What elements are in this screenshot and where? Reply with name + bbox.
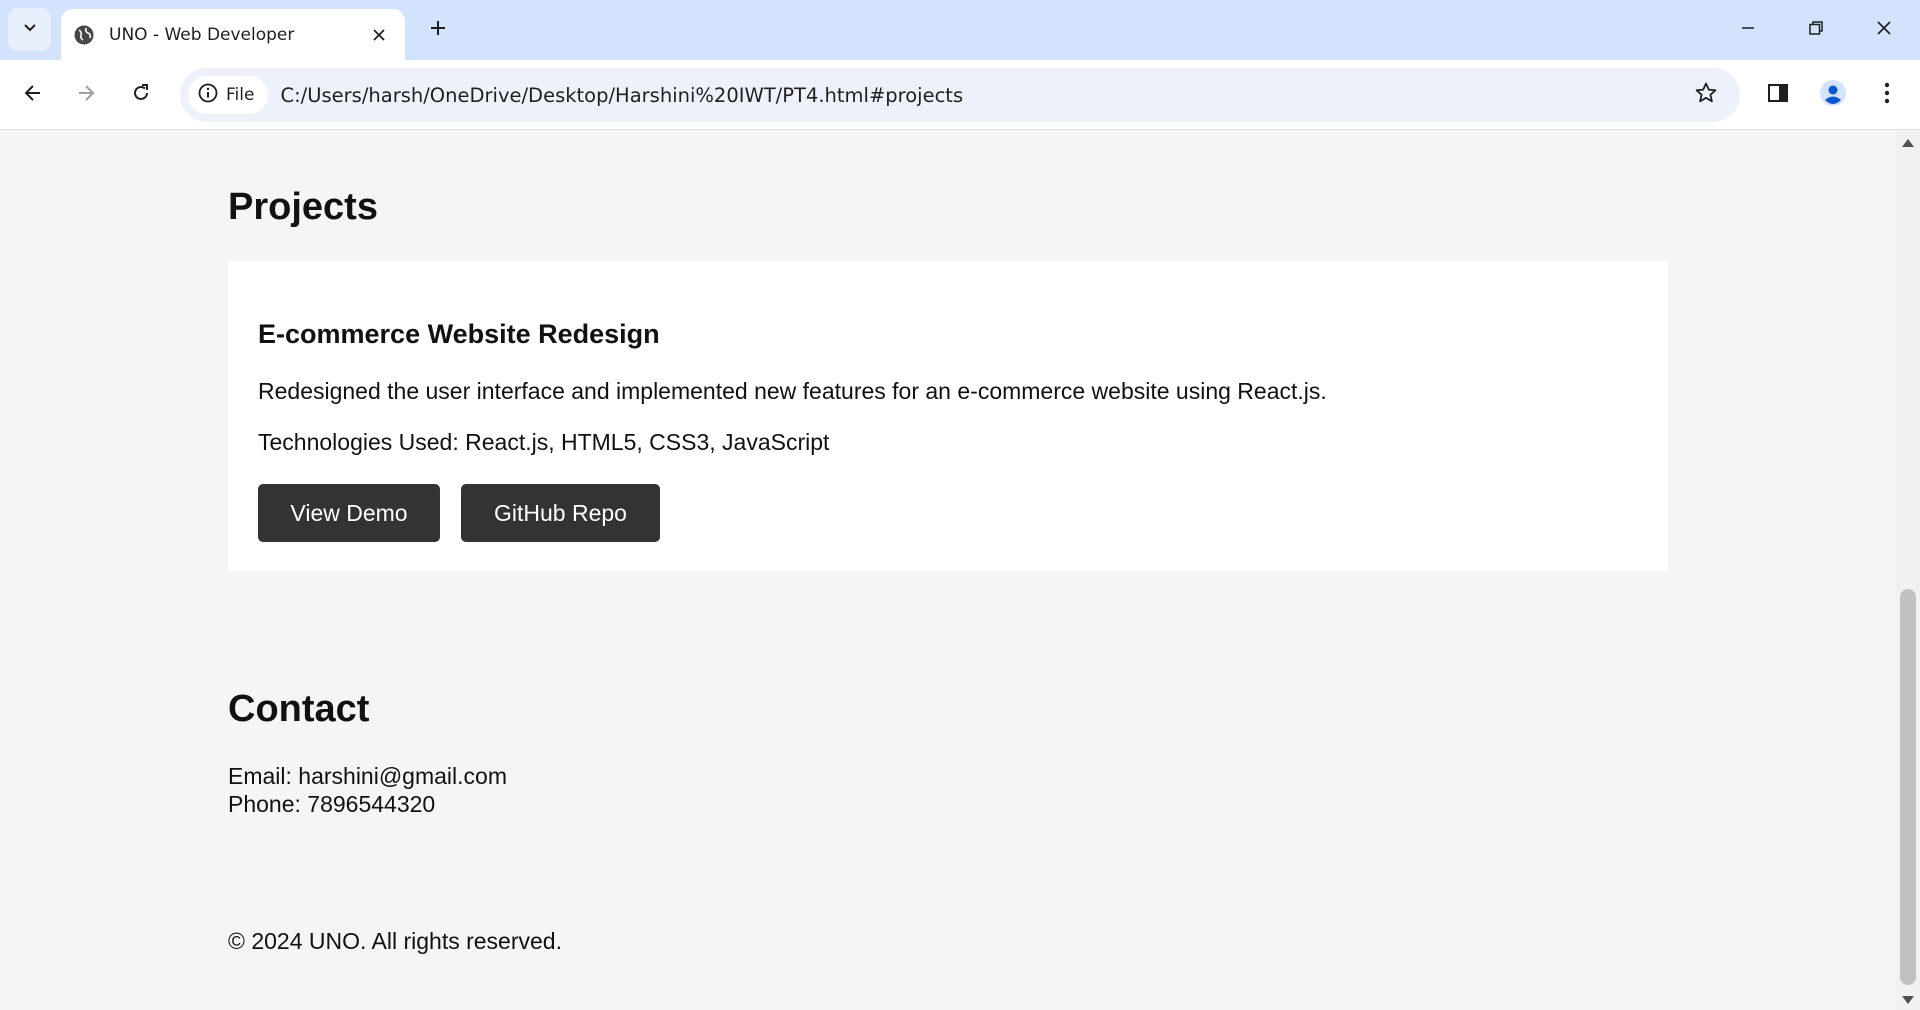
kebab-menu-icon: [1884, 82, 1890, 109]
bookmark-button[interactable]: [1692, 81, 1720, 109]
project-card: E-commerce Website Redesign Redesigned t…: [228, 261, 1668, 571]
minimize-icon: [1740, 20, 1756, 41]
browser-toolbar: File C:/Users/harsh/OneDrive/Desktop/Har…: [0, 60, 1920, 130]
close-icon: [1876, 20, 1892, 41]
forward-button[interactable]: [66, 75, 106, 115]
side-panel-icon: [1767, 82, 1789, 109]
contact-phone: Phone: 7896544320: [228, 791, 436, 817]
profile-button[interactable]: [1813, 75, 1853, 115]
tab-close-button[interactable]: [367, 23, 391, 47]
footer-copyright: © 2024 UNO. All rights reserved.: [228, 928, 562, 954]
back-button[interactable]: [13, 75, 53, 115]
scrollbar-thumb[interactable]: [1900, 589, 1916, 985]
scroll-down-arrow-icon[interactable]: [1902, 996, 1914, 1004]
arrow-right-icon: [76, 83, 96, 108]
contact-email: Email: harshini@gmail.com: [228, 763, 507, 789]
avatar-icon: [1819, 79, 1847, 112]
projects-heading: Projects: [228, 186, 378, 228]
tab-title: UNO - Web Developer: [109, 24, 295, 45]
reload-icon: [131, 83, 151, 108]
minimize-button[interactable]: [1715, 0, 1781, 60]
browser-tab-active[interactable]: UNO - Web Developer: [61, 9, 405, 60]
new-tab-button[interactable]: [422, 14, 454, 46]
project-technologies: Technologies Used: React.js, HTML5, CSS3…: [258, 429, 830, 455]
menu-button[interactable]: [1867, 75, 1907, 115]
globe-icon: [73, 24, 95, 46]
plus-icon: [429, 19, 447, 42]
tab-strip: UNO - Web Developer: [0, 0, 1920, 60]
contact-heading: Contact: [228, 688, 370, 730]
arrow-left-icon: [23, 83, 43, 108]
project-description: Redesigned the user interface and implem…: [258, 378, 1327, 404]
page-viewport: Projects E-commerce Website Redesign Red…: [0, 131, 1896, 1010]
view-demo-button[interactable]: View Demo: [258, 484, 440, 542]
restore-icon: [1808, 20, 1824, 41]
info-icon: [198, 83, 218, 108]
tab-search-button[interactable]: [8, 8, 51, 51]
address-bar[interactable]: File C:/Users/harsh/OneDrive/Desktop/Har…: [180, 68, 1740, 122]
site-info-label: File: [226, 85, 255, 105]
site-info-chip[interactable]: File: [188, 76, 269, 114]
url-text[interactable]: C:/Users/harsh/OneDrive/Desktop/Harshini…: [280, 84, 963, 107]
chevron-down-icon: [22, 19, 38, 40]
github-repo-button[interactable]: GitHub Repo: [461, 484, 660, 542]
page-scrollbar[interactable]: [1896, 131, 1920, 1010]
close-window-button[interactable]: [1851, 0, 1917, 60]
restore-button[interactable]: [1783, 0, 1849, 60]
project-title: E-commerce Website Redesign: [258, 319, 660, 349]
side-panel-button[interactable]: [1758, 75, 1798, 115]
star-icon: [1694, 81, 1718, 110]
reload-button[interactable]: [121, 75, 161, 115]
scroll-up-arrow-icon[interactable]: [1902, 139, 1914, 147]
